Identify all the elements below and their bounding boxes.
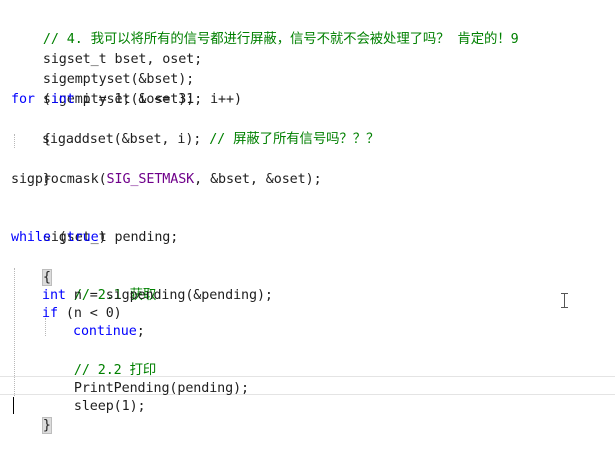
code-line-16: if (n < 0) [42,304,122,324]
code-text: sigprocmask( [11,172,107,187]
code-line-17: continue; [73,322,145,342]
code-text: (n < 0) [57,306,122,321]
code-text: i = 1; i <= 31; i++) [74,92,242,107]
keyword-if: if [42,306,58,321]
code-line-11: sigset_t pending; [11,208,178,245]
code-editor[interactable]: // 4. 我可以将所有的信号都进行屏蔽，信号不就不会被处理了吗？ 肯定的！9 … [0,0,615,434]
code-line-14: // 2.1 获取 [42,266,156,303]
keyword-for: for [11,92,35,107]
code-line-1: // 4. 我可以将所有的信号都进行屏蔽，信号不就不会被处理了吗？ 肯定的！9 [11,10,519,47]
code-line-7: sigaddset(&bset, i); // 屏蔽了所有信号吗？？？ [42,130,379,150]
keyword-continue: continue [73,324,137,339]
code-text: ( [50,230,67,245]
code-text: ) [98,230,107,245]
code-line-18: // 2.2 打印 [42,341,156,378]
code-text: ; [136,324,145,339]
code-line-6: { [11,110,51,147]
code-line-13: { [11,248,52,286]
code-line-5: for (int i = 1; i <= 31; i++) [11,90,242,110]
code-line-9: sigprocmask(SIG_SETMASK, &bset, &oset); [11,170,322,190]
code-text: ( [34,92,51,107]
code-line-4: sigemptyset(&oset); [11,70,194,107]
code-line-21: } [11,396,52,434]
code-line-12: while (true) [11,228,107,248]
macro: SIG_SETMASK [106,172,195,187]
comment: // 屏蔽了所有信号吗？？？ [209,132,380,147]
code-text: sleep(1); [73,399,146,414]
code-text: , &bset, &oset); [194,172,322,187]
code-line-15: int n = sigpending(&pending); [42,286,273,306]
code-line-20: sleep(1); [42,377,146,414]
code-line-2: sigset_t bset, oset; [11,30,202,67]
keyword-int: int [42,288,66,303]
keyword-while: while [11,230,51,245]
code-line-3: sigemptyset(&bset); [11,50,194,87]
code-line-8: } [11,150,51,187]
text-caret [13,397,14,414]
close-brace-matched: } [41,417,52,434]
keyword-int: int [50,92,75,107]
code-text: sigaddset(&bset, i); [42,132,210,147]
code-text: n = sigpending(&pending); [65,288,273,303]
i-beam-cursor-icon [561,293,568,308]
code-line-19: PrintPending(pending); [42,359,249,396]
keyword-true: true [66,230,99,245]
